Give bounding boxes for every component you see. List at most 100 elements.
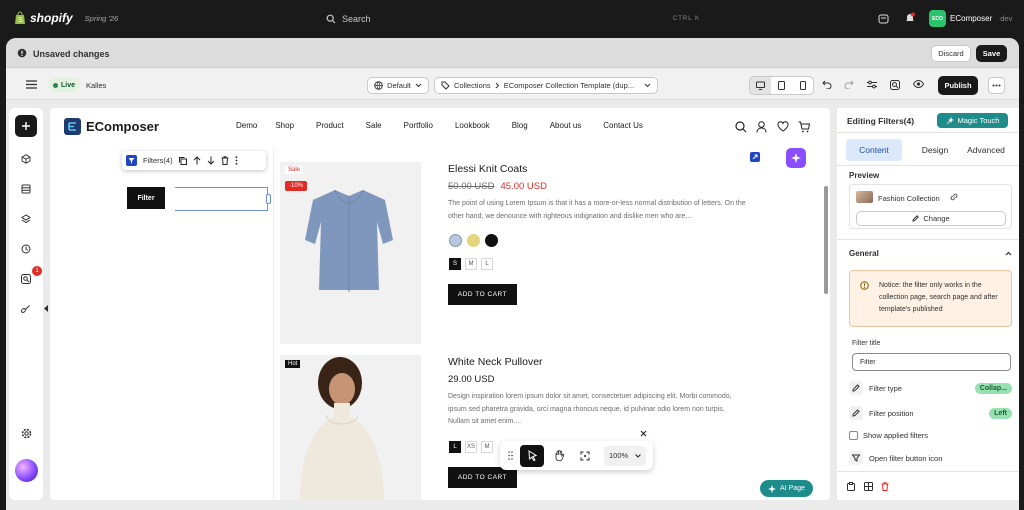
size-option[interactable]: S [449, 258, 461, 270]
add-to-cart-button[interactable]: ADD TO CART [448, 467, 517, 488]
redo-icon[interactable] [844, 80, 854, 89]
drag-handle-icon[interactable] [504, 451, 516, 460]
nav-link-blog[interactable]: Blog [512, 121, 528, 130]
delete-icon[interactable] [881, 482, 889, 491]
save-button[interactable]: Save [976, 45, 1007, 62]
fit-screen-icon[interactable] [574, 445, 596, 467]
template-breadcrumb[interactable]: Collections EComposer Collection Templat… [434, 77, 658, 94]
change-collection-button[interactable]: Change [856, 211, 1006, 226]
publish-button[interactable]: Publish [938, 76, 978, 95]
size-option[interactable]: M [481, 441, 493, 453]
settings-sliders-icon[interactable] [867, 80, 877, 89]
resize-handle[interactable] [266, 194, 271, 204]
general-label: General [849, 249, 879, 258]
swatch-blue[interactable] [449, 234, 462, 247]
magic-touch-label: Magic Touch [957, 116, 1000, 125]
sidebar-item-brush[interactable] [9, 294, 43, 324]
size-option[interactable]: XS [465, 441, 477, 453]
layout-select[interactable]: Default [367, 77, 429, 94]
nav-link-lookbook[interactable]: Lookbook [455, 121, 490, 130]
store-logo[interactable]: EComposer [64, 118, 159, 135]
search-icon[interactable] [735, 121, 747, 133]
tab-advanced[interactable]: Advanced [958, 139, 1014, 161]
size-option[interactable]: M [465, 258, 477, 270]
nav-link-portfolio[interactable]: Portfolio [404, 121, 433, 130]
close-icon[interactable] [640, 430, 647, 437]
add-element-button[interactable] [9, 108, 43, 144]
magic-touch-button[interactable]: Magic Touch [937, 113, 1008, 128]
size-option[interactable]: L [449, 441, 461, 453]
trash-icon[interactable] [221, 156, 229, 165]
size-options: L XS M [449, 441, 493, 453]
app-account[interactable]: ECO EComposer dev [929, 10, 1012, 27]
collection-thumb [856, 191, 873, 203]
tab-content[interactable]: Content [846, 139, 902, 161]
global-search[interactable]: Search CTRL K [318, 9, 708, 28]
nav-link-product[interactable]: Product [316, 121, 344, 130]
general-section-header[interactable]: General [849, 249, 1012, 258]
ai-sparkle-icon[interactable] [786, 148, 806, 168]
undo-icon[interactable] [822, 80, 832, 89]
filter-position-row[interactable]: Filter position Left [849, 406, 1012, 420]
mobile-icon[interactable] [792, 77, 813, 94]
more-vertical-icon[interactable] [235, 156, 238, 165]
sidebar-item-settings[interactable] [9, 418, 43, 448]
filter-button[interactable]: Filter [127, 187, 165, 209]
app-name: EComposer [950, 14, 993, 23]
product-image[interactable]: Hot [280, 355, 421, 500]
canvas-scrollbar[interactable] [824, 186, 828, 294]
hand-tool-icon[interactable] [548, 445, 570, 467]
product-image[interactable]: Sale -10% [280, 162, 421, 344]
filter-title-input[interactable] [852, 353, 1011, 371]
user-icon[interactable] [756, 121, 767, 133]
section-link-icon[interactable] [750, 152, 760, 162]
eye-icon[interactable] [913, 80, 924, 88]
nav-link-shop[interactable]: Shop [275, 121, 294, 130]
product-title[interactable]: Elessi Knit Coats [448, 163, 527, 175]
heart-icon[interactable] [777, 121, 789, 132]
sidebar-item-blocks[interactable] [9, 144, 43, 174]
clipboard-icon[interactable] [847, 482, 855, 491]
collapse-caret-icon[interactable] [43, 303, 49, 313]
ai-page-button[interactable]: AI Page [760, 480, 813, 497]
sidebar-item-sections[interactable] [9, 174, 43, 204]
cart-icon[interactable] [798, 121, 810, 133]
bell-icon[interactable] [904, 12, 916, 24]
swatch-yellow[interactable] [467, 234, 480, 247]
shopify-logo[interactable]: S shopify Spring '26 [14, 11, 118, 25]
zoom-select[interactable]: 100% [604, 445, 646, 466]
link-icon[interactable] [950, 193, 958, 201]
nav-link-sale[interactable]: Sale [366, 121, 382, 130]
sidebar-item-history[interactable] [9, 234, 43, 264]
menu-icon[interactable] [26, 80, 37, 89]
inspect-icon[interactable] [890, 80, 900, 90]
move-up-icon[interactable] [193, 156, 201, 165]
add-to-cart-button[interactable]: ADD TO CART [448, 284, 517, 305]
store-icon[interactable] [878, 13, 889, 24]
product-title[interactable]: White Neck Pullover [448, 356, 543, 368]
notification-badge: 1 [32, 266, 42, 276]
duplicate-icon[interactable] [178, 156, 187, 165]
tab-design[interactable]: Design [907, 139, 963, 161]
copy-style-icon[interactable] [864, 482, 873, 491]
sidebar-item-layers[interactable] [9, 204, 43, 234]
tablet-icon[interactable] [771, 77, 792, 94]
swatch-black[interactable] [485, 234, 498, 247]
preview-label: Preview [849, 171, 880, 180]
ai-avatar[interactable] [15, 459, 38, 482]
nav-link-about-us[interactable]: About us [550, 121, 582, 130]
desktop-icon[interactable] [750, 77, 771, 94]
sidebar-item-search[interactable]: 1 [9, 264, 43, 294]
show-applied-checkbox[interactable] [849, 431, 858, 440]
open-filter-icon-row[interactable]: Open filter button icon [849, 451, 1012, 465]
cube-icon [21, 154, 31, 164]
move-down-icon[interactable] [207, 156, 215, 165]
open-filter-icon-label: Open filter button icon [869, 453, 943, 463]
filter-type-row[interactable]: Filter type Collap... [849, 381, 1012, 395]
nav-link-contact-us[interactable]: Contact Us [603, 121, 643, 130]
more-icon[interactable] [988, 77, 1005, 94]
nav-link-demo[interactable]: Demo [236, 121, 257, 130]
discard-button[interactable]: Discard [931, 45, 971, 62]
size-option[interactable]: L [481, 258, 493, 270]
pointer-tool-icon[interactable] [520, 444, 544, 467]
